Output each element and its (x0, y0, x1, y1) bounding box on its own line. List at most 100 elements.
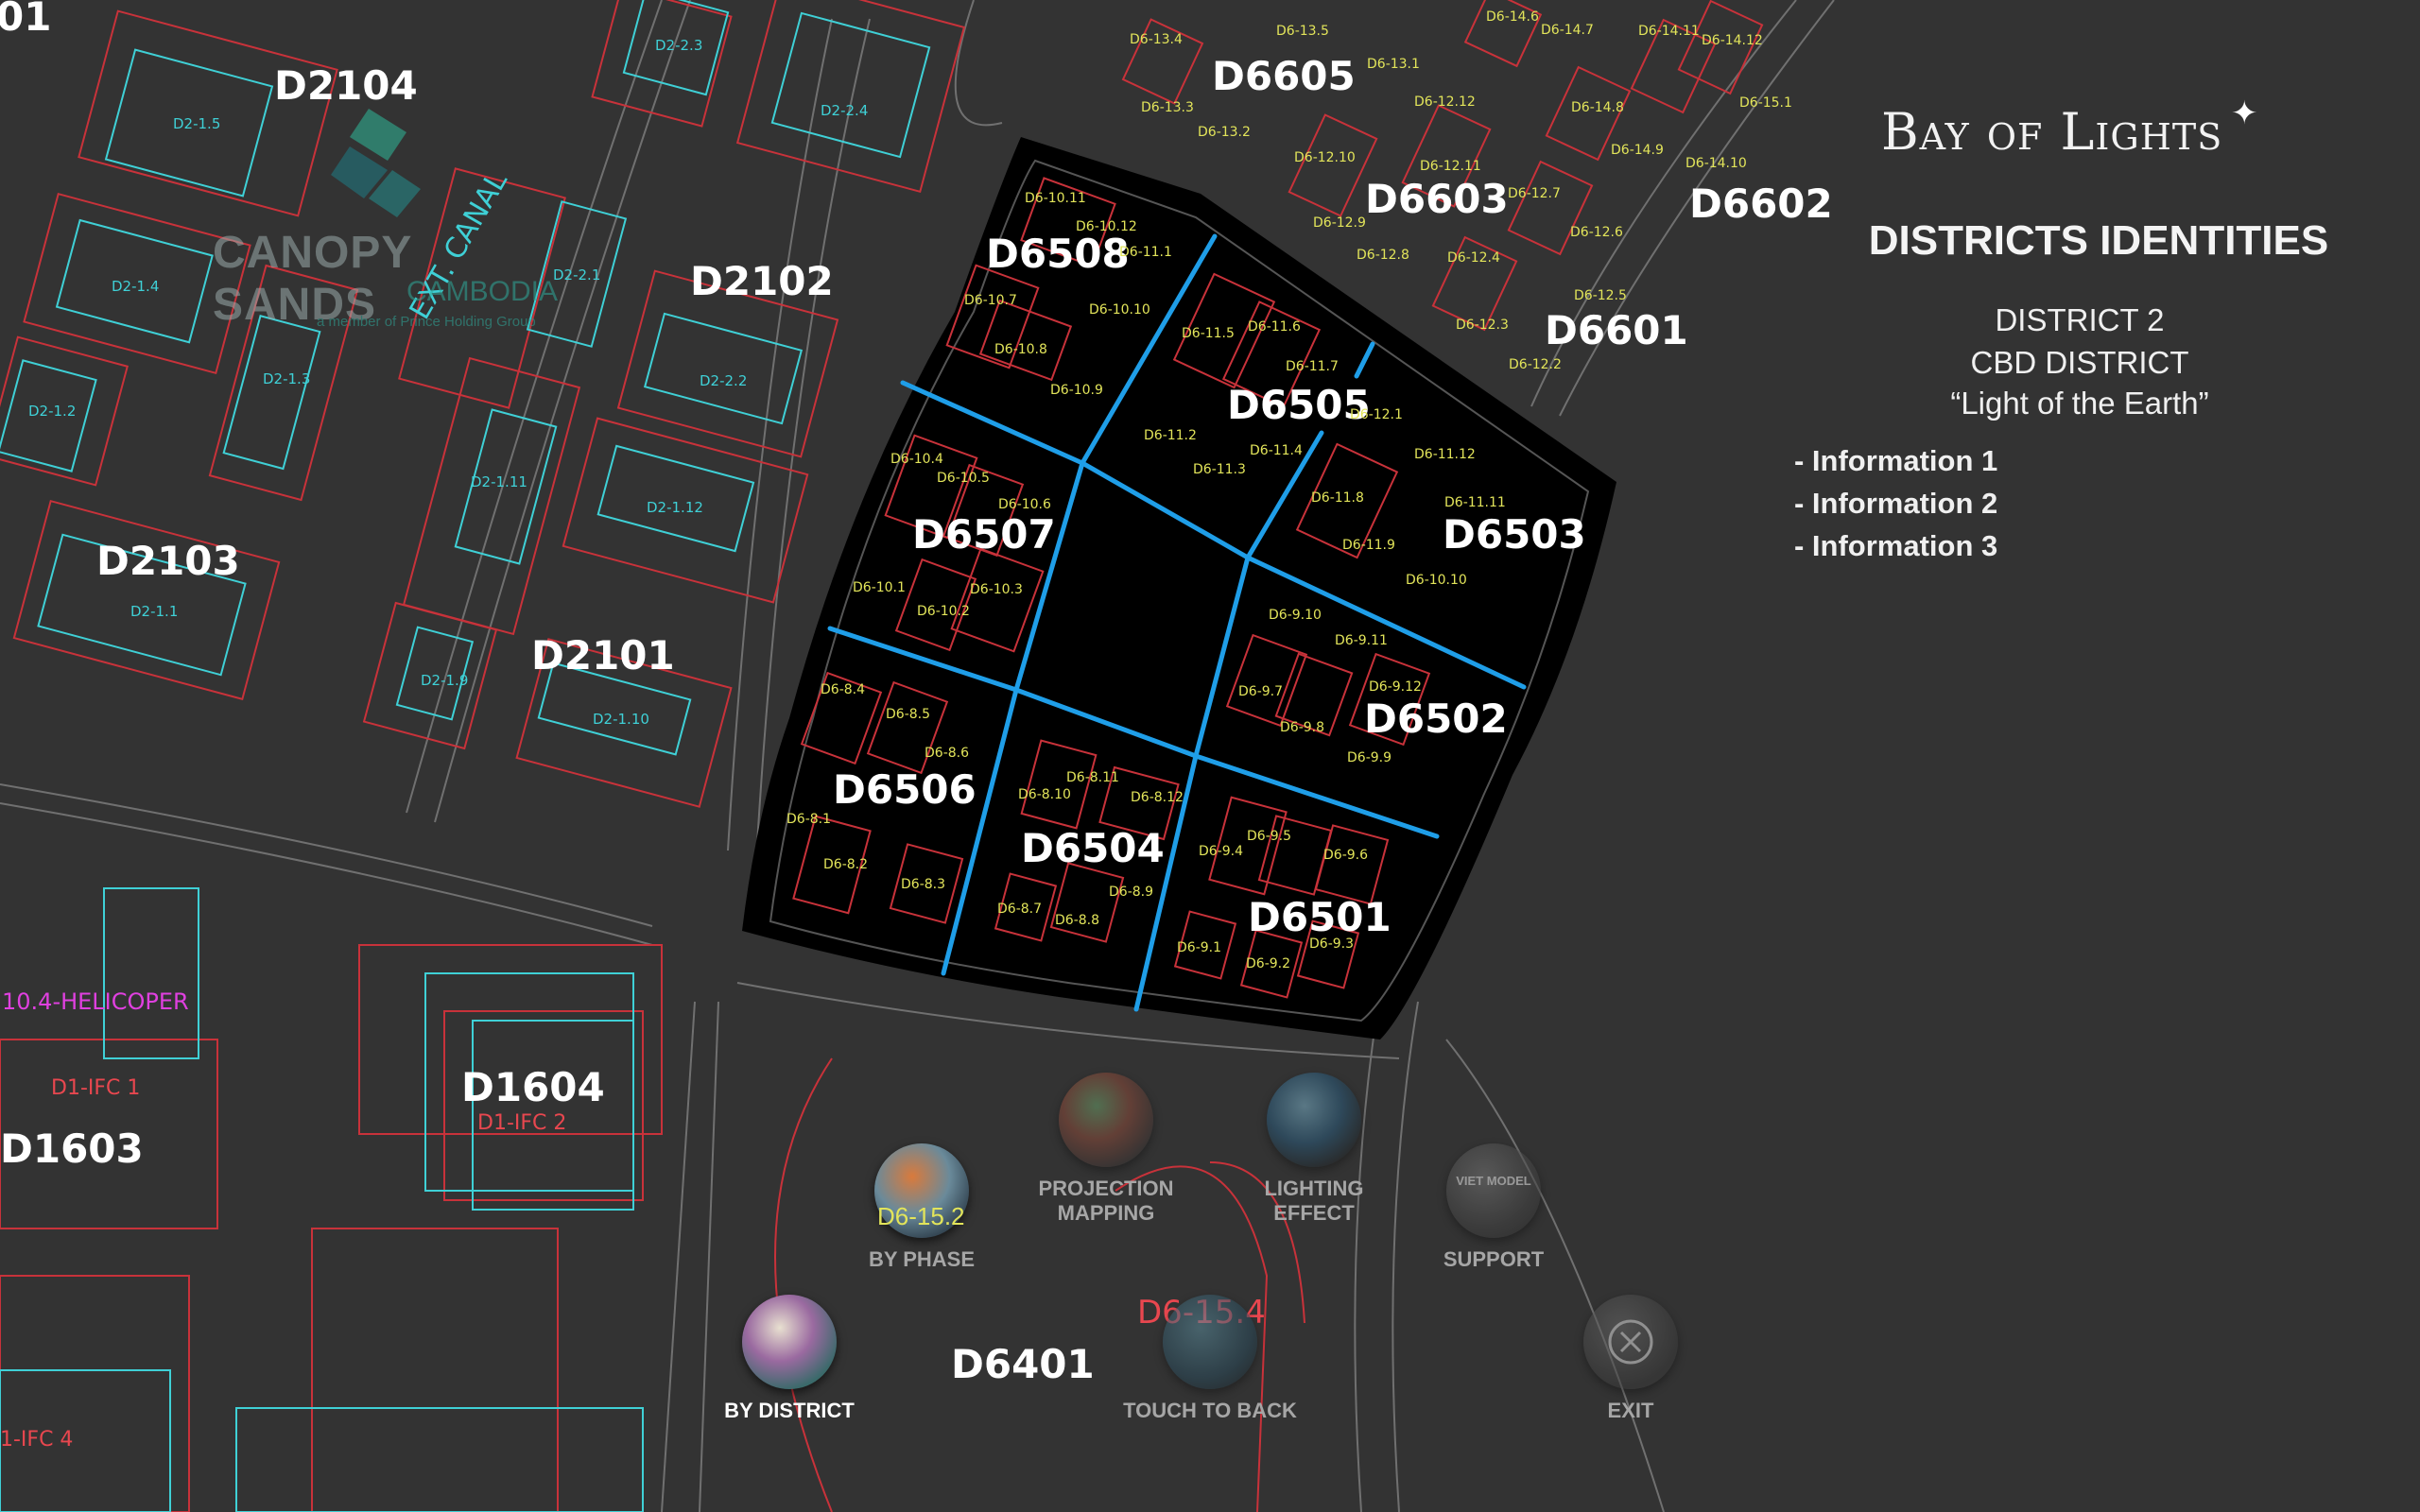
plot-label: D6-12.2 (1509, 357, 1562, 372)
support-button[interactable]: VIET MODEL SUPPORT (1427, 1143, 1560, 1272)
label-d2103: D2103 (96, 538, 240, 584)
projection-mapping-label-line2: MAPPING (1057, 1201, 1155, 1225)
plot-label: D2-1.3 (263, 370, 310, 387)
brand-title: Bay of Lights (1881, 102, 2223, 162)
plot-label: D2-1.4 (112, 278, 159, 295)
support-logo-text: VIET MODEL (1456, 1174, 1531, 1188)
viet-model-logo-icon: VIET MODEL (1446, 1143, 1541, 1238)
plot-label: D6-8.3 (901, 877, 945, 892)
plot-label: D6-12.9 (1313, 215, 1366, 231)
label-1-ifc-4: 1-IFC 4 (0, 1428, 73, 1452)
support-label: SUPPORT (1443, 1247, 1545, 1271)
by-phase-label: BY PHASE (868, 1247, 976, 1271)
globe-icon (1163, 1295, 1257, 1389)
plot-label: D6-8.9 (1109, 885, 1153, 900)
plot-label: D6-10.10 (1089, 302, 1150, 318)
plot-label: D6-9.4 (1199, 844, 1243, 859)
plot-label: D2-1.1 (130, 603, 178, 620)
plot-label: D6-14.7 (1541, 23, 1594, 38)
plot-label: D6-14.10 (1685, 156, 1747, 171)
plot-label: D6-9.11 (1335, 633, 1388, 648)
plot-label: D6-11.8 (1311, 490, 1364, 506)
page-title: DISTRICTS IDENTITIES (1868, 217, 2329, 264)
plot-label: D6-13.1 (1367, 57, 1420, 72)
plot-label: D6-11.1 (1119, 245, 1172, 260)
plot-label: D6-10.1 (853, 580, 906, 595)
lighting-effect-button[interactable]: LIGHTING EFFECT (1238, 1073, 1390, 1226)
plot-label: D6-9.10 (1269, 608, 1322, 623)
label-d2101: D2101 (531, 632, 675, 679)
plot-label: D6-8.7 (997, 902, 1042, 917)
district-map-icon (742, 1295, 837, 1389)
plot-label: D2-2.4 (821, 102, 868, 119)
plot-label: D6-14.11 (1638, 24, 1700, 39)
label-d6506: D6506 (833, 766, 977, 813)
label-d6401: D6401 (951, 1341, 1095, 1387)
by-district-button[interactable]: BY DISTRICT (723, 1295, 856, 1423)
close-icon (1583, 1295, 1678, 1389)
label-d6501: D6501 (1248, 894, 1392, 940)
plot-label: D6-8.5 (886, 707, 930, 722)
plot-label: D2-1.11 (471, 473, 527, 490)
plot-label: D6-11.12 (1414, 447, 1476, 462)
plot-label: D6-12.8 (1357, 248, 1409, 263)
plot-label: D6-10.12 (1076, 219, 1137, 234)
plot-label: D6-10.9 (1050, 383, 1103, 398)
label-d2102: D2102 (690, 258, 834, 304)
plot-label: D6-12.6 (1570, 225, 1623, 240)
plot-label: D6-9.9 (1347, 750, 1392, 765)
touch-to-back-label: TOUCH TO BACK (1123, 1399, 1297, 1422)
plot-label: D6-10.6 (998, 497, 1051, 512)
plot-label: D6-11.11 (1444, 495, 1506, 510)
plot-label: D6-12.12 (1414, 94, 1476, 110)
touch-to-back-button[interactable]: TOUCH TO BACK (1115, 1295, 1305, 1423)
plot-label: D2-1.10 (593, 711, 649, 728)
exit-label: EXIT (1607, 1399, 1654, 1422)
label-d6602: D6602 (1689, 180, 1833, 227)
lighting-effect-label-line1: LIGHTING (1264, 1177, 1364, 1200)
plot-label: D6-14.9 (1611, 143, 1664, 158)
projection-mapping-button[interactable]: PROJECTION MAPPING (1030, 1073, 1182, 1226)
plot-label: D6-12.4 (1447, 250, 1500, 266)
label-d1-ifc-2: D1-IFC 2 (477, 1111, 566, 1135)
plot-label: D6-12.5 (1574, 288, 1627, 303)
plot-label: D2-2.2 (700, 372, 747, 389)
canopy-sands-logo: CANOPY SANDS CAMBODIA a member of Prince… (203, 94, 572, 340)
plot-label: D6-12.11 (1420, 159, 1481, 174)
label-d6503: D6503 (1443, 511, 1586, 558)
plot-label: D6-11.6 (1248, 319, 1301, 335)
logo-tagline: a member of Prince Holding Group (317, 314, 536, 330)
label-d1-ifc-1: D1-IFC 1 (51, 1076, 140, 1100)
info-item: - Information 2 (1794, 487, 1998, 520)
plot-label: D6-10.2 (917, 604, 970, 619)
plot-label: D6-11.9 (1342, 538, 1395, 553)
district-name: DISTRICT 2 (1995, 302, 2165, 337)
exit-button[interactable]: EXIT (1579, 1295, 1683, 1423)
plot-label: D6-8.4 (821, 682, 865, 697)
overlay-plot-label: D6-15.2 (877, 1202, 965, 1230)
plot-label: D6-11.3 (1193, 462, 1246, 477)
label-d6508: D6508 (986, 231, 1130, 277)
plot-label: D6-9.7 (1238, 684, 1283, 699)
plot-label: D6-9.5 (1247, 829, 1291, 844)
plot-label: D6-13.5 (1276, 24, 1329, 39)
projection-mapping-icon (1059, 1073, 1153, 1167)
label-d6601: D6601 (1545, 307, 1688, 353)
lighting-effect-label-line2: EFFECT (1273, 1201, 1355, 1225)
plot-label: D6-14.8 (1571, 100, 1624, 115)
plot-label: D6-11.2 (1144, 428, 1197, 443)
label-d6605: D6605 (1212, 53, 1356, 99)
plot-label: D6-8.2 (823, 857, 868, 872)
plot-label: D6-12.3 (1456, 318, 1509, 333)
logo-country: CAMBODIA (406, 276, 559, 307)
by-district-label: BY DISTRICT (724, 1399, 855, 1422)
projection-mapping-label-line1: PROJECTION (1038, 1177, 1174, 1200)
label-d1604: D1604 (461, 1064, 605, 1110)
plot-label: D6-8.10 (1018, 787, 1071, 802)
info-item: - Information 3 (1794, 529, 1998, 562)
plot-label: D6-9.6 (1323, 848, 1368, 863)
plot-label: D2-2.3 (655, 37, 702, 54)
plot-label: D6-9.2 (1246, 956, 1290, 971)
plot-label: D6-9.12 (1369, 679, 1422, 695)
plot-label: D6-11.7 (1286, 359, 1339, 374)
